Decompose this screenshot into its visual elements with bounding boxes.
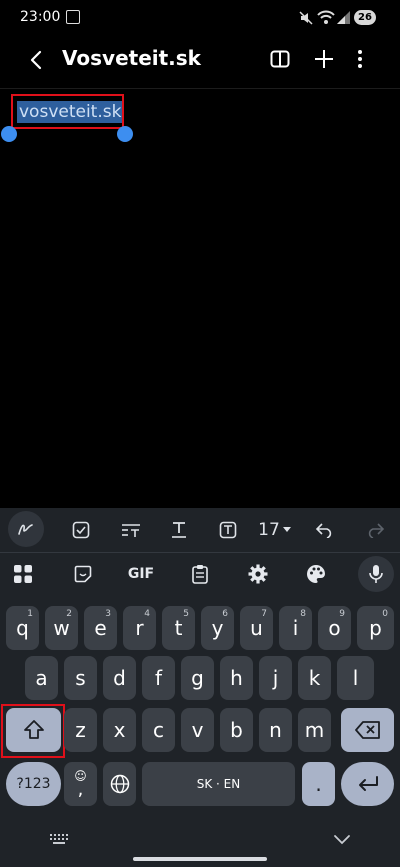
redo-button[interactable] [360, 508, 390, 552]
page-title: Vosveteit.sk [62, 46, 201, 70]
microphone-icon [369, 565, 383, 583]
text-box-icon [219, 521, 237, 539]
key-c[interactable]: c [142, 708, 175, 752]
key-o[interactable]: o9 [318, 606, 351, 650]
checkbox-icon [72, 521, 90, 539]
settings-button[interactable] [245, 553, 271, 595]
text-box-button[interactable] [213, 508, 243, 552]
clipboard-button[interactable] [187, 553, 213, 595]
hide-keyboard-icon[interactable] [333, 834, 351, 846]
emoji-comma-key[interactable]: ☺ , [64, 762, 97, 806]
symbols-key[interactable]: ?123 [6, 762, 61, 806]
font-size-value: 17 [258, 520, 280, 540]
undo-icon [315, 523, 332, 538]
voice-input-button[interactable] [358, 556, 394, 592]
sticker-icon [74, 565, 92, 583]
status-time: 23:00 [20, 9, 61, 25]
chevron-down-icon [282, 527, 291, 532]
mute-icon [299, 11, 313, 25]
key-n[interactable]: n [259, 708, 292, 752]
handwriting-button[interactable] [8, 511, 44, 547]
grid-icon [14, 565, 32, 583]
key-h[interactable]: h [220, 656, 253, 700]
globe-icon [110, 774, 129, 794]
period-key[interactable]: . [302, 762, 335, 806]
key-d[interactable]: d [103, 656, 136, 700]
backspace-icon [354, 721, 380, 739]
key-r[interactable]: r4 [123, 606, 156, 650]
gif-button[interactable]: GIF [122, 553, 160, 595]
backspace-button[interactable] [341, 708, 394, 752]
text-format-icon [172, 522, 186, 538]
selection-highlight-box [11, 94, 124, 129]
key-i[interactable]: i8 [279, 606, 312, 650]
undo-button[interactable] [310, 508, 340, 552]
checkbox-button[interactable] [66, 508, 96, 552]
back-arrow-icon[interactable] [28, 50, 46, 70]
space-bar[interactable]: SK · EN [142, 762, 295, 806]
key-u[interactable]: u7 [240, 606, 273, 650]
pen-icon [18, 524, 33, 535]
battery-indicator: 26 [354, 10, 376, 25]
gear-icon [248, 564, 268, 584]
key-t[interactable]: t5 [162, 606, 195, 650]
theme-button[interactable] [303, 553, 329, 595]
paragraph-style-button[interactable] [116, 508, 146, 552]
font-size-dropdown[interactable]: 17 [255, 508, 295, 552]
redo-icon [368, 523, 385, 538]
key-a[interactable]: a [25, 656, 58, 700]
text-format-button[interactable] [164, 508, 194, 552]
key-k[interactable]: k [298, 656, 331, 700]
apps-button[interactable] [10, 553, 36, 595]
key-z[interactable]: z [64, 708, 97, 752]
selection-handle-end[interactable] [117, 126, 133, 142]
shift-highlight-box [1, 704, 65, 758]
clipboard-icon [192, 565, 208, 584]
text-style-icon [122, 524, 140, 537]
key-v[interactable]: v [181, 708, 214, 752]
key-e[interactable]: e3 [84, 606, 117, 650]
enter-key[interactable] [341, 762, 394, 806]
key-x[interactable]: x [103, 708, 136, 752]
key-j[interactable]: j [259, 656, 292, 700]
key-y[interactable]: y6 [201, 606, 234, 650]
key-p[interactable]: p0 [357, 606, 394, 650]
language-key[interactable] [103, 762, 136, 806]
reading-mode-icon[interactable] [270, 50, 290, 68]
sticker-button[interactable] [70, 553, 96, 595]
key-f[interactable]: f [142, 656, 175, 700]
key-q[interactable]: q1 [6, 606, 39, 650]
home-indicator[interactable] [133, 857, 267, 861]
more-options-icon[interactable] [355, 49, 365, 69]
key-w[interactable]: w2 [45, 606, 78, 650]
add-icon[interactable] [314, 49, 334, 69]
header-divider [0, 88, 400, 89]
screen-record-icon [66, 10, 80, 24]
selection-handle-start[interactable] [1, 126, 17, 142]
enter-icon [358, 776, 378, 791]
status-bar: 23:00 26 [0, 0, 400, 36]
palette-icon [307, 565, 325, 583]
signal-icon [337, 11, 350, 24]
key-b[interactable]: b [220, 708, 253, 752]
key-s[interactable]: s [64, 656, 97, 700]
keyboard-switch-icon[interactable] [49, 833, 69, 845]
key-g[interactable]: g [181, 656, 214, 700]
key-m[interactable]: m [298, 708, 331, 752]
wifi-icon [317, 10, 335, 24]
key-l[interactable]: l [337, 656, 374, 700]
